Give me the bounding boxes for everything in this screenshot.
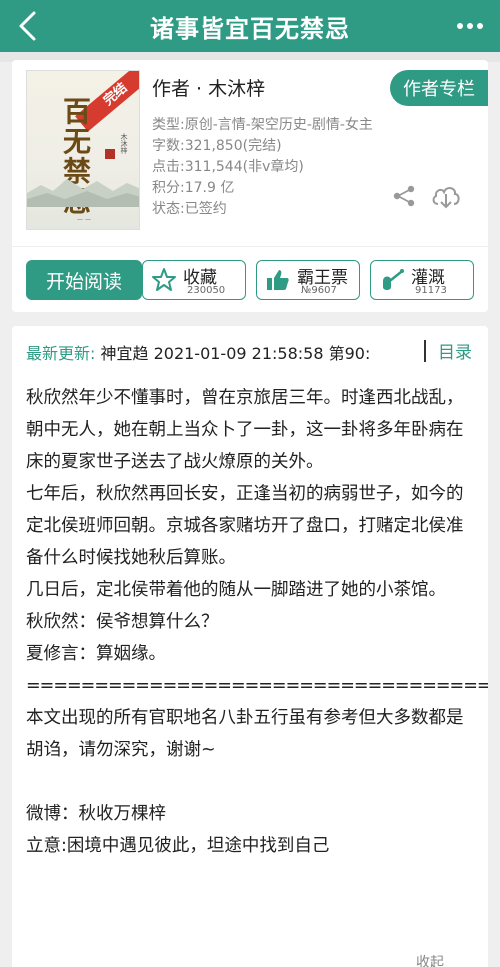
latest-update[interactable]: 最新更新: 神宜趋 2021-01-09 21:58:58 第90: (26, 340, 404, 364)
book-introduction: 秋欣然年少不懂事时，曾在京旅居三年。时逢西北战乱，朝中无人，她在朝上当众卜了一卦… (26, 382, 488, 862)
back-arrow-icon[interactable] (14, 10, 42, 42)
share-icon[interactable] (392, 184, 416, 208)
thumbs-up-icon (267, 270, 289, 290)
intro-weibo: 微博：秋收万棵梓 (26, 804, 166, 824)
intro-paragraph: 几日后，定北侯带着他的随从一脚踏进了她的小茶馆。 (26, 580, 446, 600)
page-title: 诸事皆宜百无禁忌 (150, 14, 350, 43)
table-of-contents-link[interactable]: 目录 (438, 338, 472, 363)
collect-button[interactable]: 收藏 230050 (142, 260, 246, 300)
intro-paragraph: 夏修言：算姻缘。 (26, 644, 166, 664)
points: 积分:17.9 亿 (152, 180, 235, 196)
intro-separator-line: ====================================== (26, 676, 488, 696)
cover-mountain-art (27, 179, 139, 207)
sign-status: 状态:已签约 (152, 201, 227, 217)
start-reading-button[interactable]: 开始阅读 (26, 260, 142, 300)
intro-blank-line (26, 766, 476, 798)
click-count: 点击:311,544(非v章均) (152, 159, 304, 175)
collect-count: 230050 (187, 285, 226, 296)
book-cover[interactable]: 完结 百无禁忌 木沐梓 — — (26, 70, 140, 230)
author-line[interactable]: 作者 · 木沐梓 (152, 74, 373, 101)
cover-author: 木沐梓 (120, 133, 128, 154)
book-info-card: 完结 百无禁忌 木沐梓 — — 作者 · 木沐梓 类型:原创-言情-架空历史-剧… (12, 60, 488, 312)
intro-paragraph: 秋欣然年少不懂事时，曾在京旅居三年。时逢西北战乱，朝中无人，她在朝上当众卜了一卦… (26, 388, 464, 472)
intro-paragraph: 七年后，秋欣然再回长安，正逢当初的病弱世子，如今的定北侯班师回朝。京城各家赌坊开… (26, 484, 464, 568)
cover-footer-text: — — (77, 216, 91, 223)
word-count: 字数:321,850(完结) (152, 138, 282, 154)
more-options-icon[interactable] (456, 14, 484, 38)
watering-bottle-icon (383, 269, 404, 290)
cover-seal (105, 149, 115, 159)
collapse-link[interactable]: 收起 (416, 952, 444, 967)
irrigate-count: 91173 (415, 285, 447, 296)
bawang-ticket-button[interactable]: 霸王票 №9607 (256, 260, 360, 300)
intro-theme: 立意:困境中遇见彼此，坦途中找到自己 (26, 836, 330, 856)
star-icon (152, 268, 176, 291)
latest-update-label: 最新更新: (26, 344, 96, 363)
intro-paragraph: 秋欣然：侯爷想算什么？ (26, 612, 219, 632)
card-divider (12, 246, 488, 247)
latest-update-text: 神宜趋 2021-01-09 21:58:58 第90: (95, 344, 371, 363)
toc-separator (424, 340, 426, 362)
book-meta: 作者 · 木沐梓 类型:原创-言情-架空历史-剧情-女主 字数:321,850(… (152, 74, 373, 220)
top-navigation-bar: 诸事皆宜百无禁忌 (0, 0, 500, 52)
book-type: 类型:原创-言情-架空历史-剧情-女主 (152, 117, 373, 133)
download-cloud-icon[interactable] (430, 182, 462, 210)
intro-paragraph: 本文出现的所有官职地名八卦五行虽有参考但大多数都是胡诌，请勿深究，谢谢~ (26, 708, 464, 760)
irrigate-button[interactable]: 灌溉 91173 (370, 260, 474, 300)
author-column-button[interactable]: 作者专栏 (390, 70, 488, 106)
intro-panel: 最新更新: 神宜趋 2021-01-09 21:58:58 第90: 目录 秋欣… (12, 326, 488, 967)
bawang-count: №9607 (301, 285, 337, 296)
